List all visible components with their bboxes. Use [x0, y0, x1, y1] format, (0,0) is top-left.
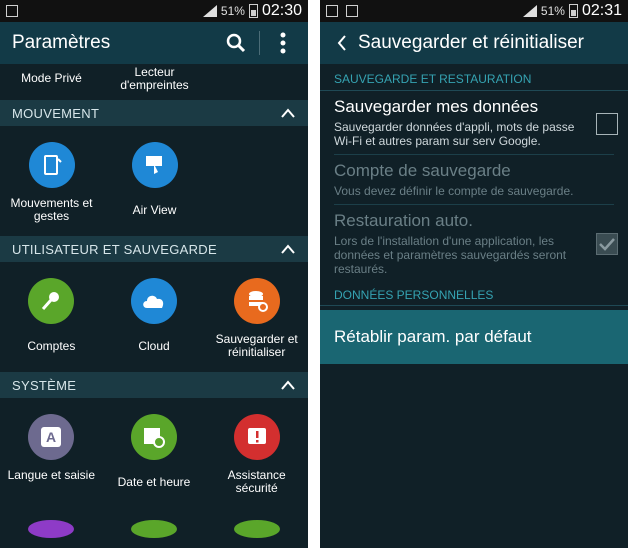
- clock: 02:31: [581, 2, 622, 19]
- overflow-menu-icon[interactable]: [270, 30, 296, 56]
- cloud-icon: [131, 278, 177, 324]
- app-icon: [131, 520, 177, 538]
- left-screen: 51% 02:30 Paramètres Mode Privé Lecteur …: [0, 0, 308, 548]
- factory-reset-button[interactable]: Rétablir param. par défaut: [320, 310, 628, 364]
- item-label: Lecteur d'empreintes: [120, 65, 189, 92]
- page-title: Sauvegarder et réinitialiser: [358, 32, 585, 53]
- notification-icon: [6, 5, 18, 17]
- svg-text:A: A: [46, 429, 56, 445]
- calendar-clock-icon: [131, 414, 177, 460]
- status-bar: 51% 02:30: [0, 0, 308, 22]
- section-header-mouvement[interactable]: MOUVEMENT: [0, 100, 308, 126]
- backup-account-item[interactable]: Compte de sauvegarde Vous devez définir …: [320, 155, 628, 204]
- check-icon: [599, 238, 615, 251]
- item-label: Sauvegarder et réinitialiser: [215, 332, 298, 359]
- search-icon[interactable]: [223, 30, 249, 56]
- signal-icon: [522, 5, 537, 17]
- item-title: Sauvegarder mes données: [334, 97, 539, 116]
- signal-icon: [202, 5, 217, 17]
- grid-item-accounts[interactable]: Comptes: [0, 262, 103, 372]
- chevron-up-icon[interactable]: [280, 241, 296, 257]
- item-label: Comptes: [27, 339, 76, 353]
- mode-prive-item[interactable]: Mode Privé: [0, 64, 103, 100]
- battery-percent: 51%: [220, 4, 245, 18]
- item-title: Restauration auto.: [334, 211, 473, 230]
- item-label: Air View: [132, 203, 177, 217]
- section-header-utilisateur[interactable]: UTILISATEUR ET SAUVEGARDE: [0, 236, 308, 262]
- section-grid: A Langue et saisie Date et heure Assista…: [0, 398, 308, 508]
- grid-item-backup-reset[interactable]: Sauvegarder et réinitialiser: [205, 262, 308, 372]
- battery-icon: [568, 4, 578, 18]
- database-icon: [233, 278, 280, 324]
- auto-restore-item[interactable]: Restauration auto. Lors de l'installatio…: [320, 205, 628, 282]
- app-icon: [233, 520, 280, 538]
- image-notification-icon: [326, 5, 338, 17]
- clock: 02:30: [261, 2, 302, 19]
- grid-item-partial[interactable]: [205, 508, 308, 538]
- grid-item-date-time[interactable]: Date et heure: [103, 398, 206, 508]
- section-label: UTILISATEUR ET SAUVEGARDE: [12, 241, 217, 257]
- air-view-icon: [131, 142, 178, 188]
- language-icon: A: [28, 414, 75, 460]
- section-label: SYSTÈME: [12, 377, 77, 393]
- divider: [320, 305, 628, 306]
- item-label: Date et heure: [117, 475, 191, 489]
- grid-item-partial[interactable]: [0, 508, 103, 538]
- section-label: MOUVEMENT: [12, 105, 100, 121]
- action-divider: [259, 31, 260, 55]
- grid-item-security-assist[interactable]: Assistance sécurité: [205, 398, 308, 508]
- grid-item-cloud[interactable]: Cloud: [103, 262, 206, 372]
- item-label: Langue et saisie: [7, 468, 96, 482]
- back-chevron-icon[interactable]: [332, 30, 352, 56]
- reset-label: Rétablir param. par défaut: [334, 327, 532, 346]
- app-icon: [28, 520, 75, 538]
- battery-icon: [248, 4, 258, 18]
- grid-item-air-view[interactable]: Air View: [103, 126, 206, 236]
- fingerprint-item[interactable]: Lecteur d'empreintes: [103, 64, 206, 100]
- auto-restore-checkbox[interactable]: [596, 233, 618, 255]
- section-grid: Comptes Cloud Sauvegarder et réinitialis…: [0, 262, 308, 372]
- item-label: Mouvements et gestes: [10, 196, 93, 223]
- key-icon: [28, 278, 75, 324]
- chevron-up-icon[interactable]: [280, 377, 296, 393]
- item-label: Mode Privé: [21, 71, 82, 85]
- section-grid: Mouvements et gestes Air View: [0, 126, 308, 236]
- section-label-backup: SAUVEGARDE ET RESTAURATION: [334, 72, 532, 86]
- grid-item-partial[interactable]: [103, 508, 206, 538]
- item-desc: Sauvegarder données d'appli, mots de pas…: [334, 120, 575, 148]
- notification-icon: [346, 5, 358, 17]
- page-title: Paramètres: [12, 32, 111, 53]
- grid-item-motion[interactable]: Mouvements et gestes: [0, 126, 103, 236]
- backup-checkbox[interactable]: [596, 113, 618, 135]
- section-header-systeme[interactable]: SYSTÈME: [0, 372, 308, 398]
- motion-icon: [28, 142, 75, 188]
- item-label: Cloud: [138, 339, 170, 353]
- top-items: Mode Privé Lecteur d'empreintes: [0, 64, 308, 100]
- status-bar: 51% 02:31: [320, 0, 628, 22]
- backup-my-data-item[interactable]: Sauvegarder mes données Sauvegarder donn…: [320, 91, 628, 154]
- alert-icon: [233, 414, 280, 460]
- action-bar: Paramètres: [0, 22, 308, 64]
- right-screen: 51% 02:31 Sauvegarder et réinitialiser S…: [320, 0, 628, 548]
- item-desc: Vous devez définir le compte de sauvegar…: [334, 184, 574, 198]
- section-label-personal: DONNÉES PERSONNELLES: [334, 288, 494, 302]
- partial-row: [0, 508, 308, 538]
- item-desc: Lors de l'installation d'une application…: [334, 234, 567, 276]
- item-title: Compte de sauvegarde: [334, 161, 511, 180]
- grid-item-language[interactable]: A Langue et saisie: [0, 398, 103, 508]
- chevron-up-icon[interactable]: [280, 105, 296, 121]
- action-bar: Sauvegarder et réinitialiser: [320, 22, 628, 64]
- item-label: Assistance sécurité: [227, 468, 286, 495]
- battery-percent: 51%: [540, 4, 565, 18]
